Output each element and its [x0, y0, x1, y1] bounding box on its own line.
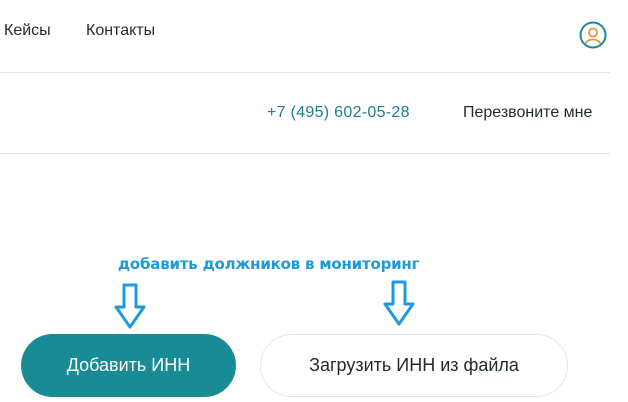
nav-link-contacts[interactable]: Контакты	[86, 22, 155, 40]
phone-link[interactable]: +7 (495) 602-05-28	[267, 104, 410, 122]
page: Кейсы Контакты +7 (495) 602-05-28 Перезв…	[0, 0, 628, 402]
annotation-text: добавить должников в мониторинг	[118, 255, 420, 273]
add-inn-button[interactable]: Добавить ИНН	[21, 334, 236, 397]
top-nav: Кейсы Контакты	[0, 0, 628, 70]
down-arrow-outline-icon	[383, 280, 415, 326]
callback-link[interactable]: Перезвоните мне	[463, 104, 592, 122]
upload-inn-file-button-label: Загрузить ИНН из файла	[309, 355, 519, 375]
user-circle-icon[interactable]	[579, 21, 607, 49]
upload-inn-file-button[interactable]: Загрузить ИНН из файла	[260, 334, 568, 397]
header-divider	[0, 72, 610, 73]
down-arrow-outline-icon	[114, 283, 146, 329]
nav-link-cases[interactable]: Кейсы	[4, 22, 51, 40]
contact-divider	[0, 153, 610, 154]
add-inn-button-label: Добавить ИНН	[66, 355, 191, 375]
